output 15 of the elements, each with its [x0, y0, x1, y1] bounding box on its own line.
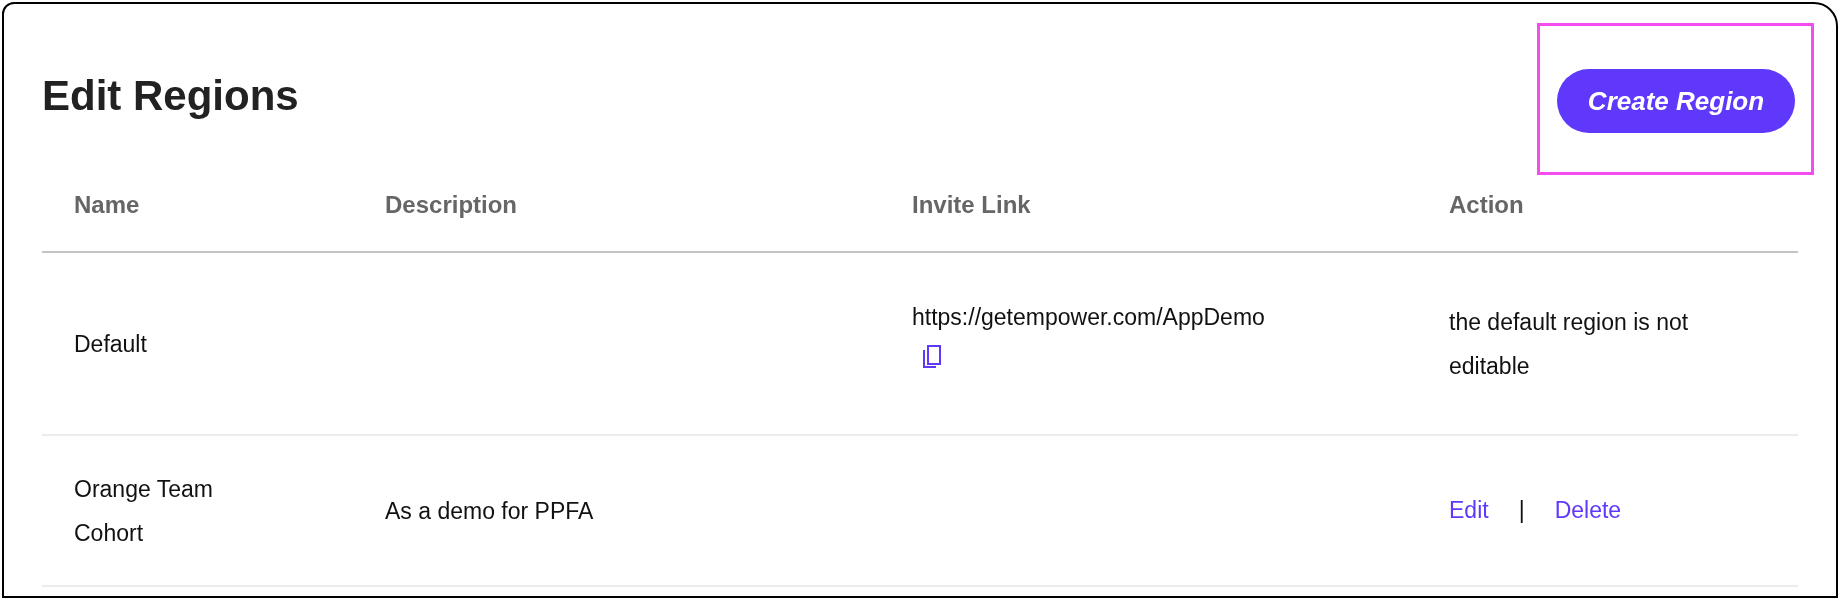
table-cell-text: the default region is not editable [1449, 307, 1690, 381]
table-cell-text: Orange Team Cohort [74, 474, 214, 548]
column-header: Description [385, 190, 519, 220]
delete-link[interactable]: Delete [1554, 493, 1622, 528]
table-cell-text: Default [74, 329, 148, 359]
separator: | [1518, 496, 1525, 526]
copy-icon[interactable] [920, 342, 944, 369]
column-header: Invite Link [912, 190, 1032, 220]
table-cell-text: https://getempower.com/AppDemo [912, 302, 1265, 332]
table-cell: As a demo for PPFA [385, 497, 594, 524]
edit-link[interactable]: Edit [1449, 493, 1489, 528]
column-header: Action [1449, 190, 1525, 220]
create-region-button[interactable]: Create Region [1557, 69, 1795, 133]
page-title: Edit Regions [42, 71, 299, 121]
column-header: Name [74, 190, 141, 220]
